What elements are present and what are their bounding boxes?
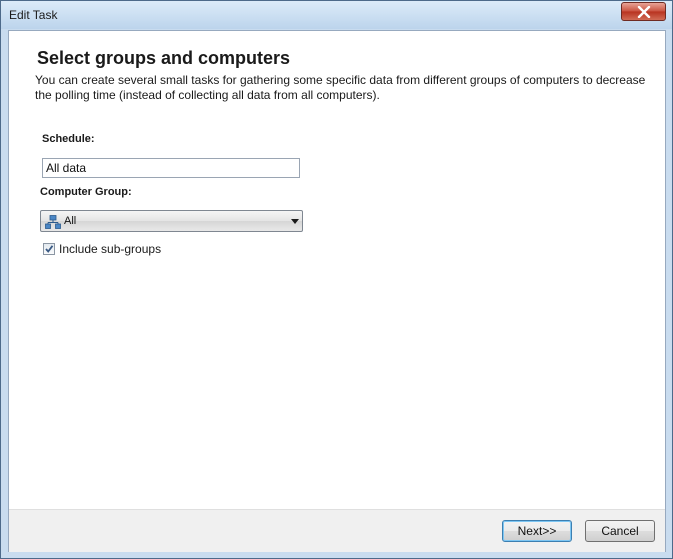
page-description: You can create several small tasks for g… — [35, 73, 646, 102]
dialog-content: Select groups and computers You can crea… — [8, 30, 666, 552]
computer-group-value: All — [64, 215, 77, 227]
include-subgroups-checkbox[interactable] — [43, 243, 55, 255]
page-title: Select groups and computers — [37, 48, 291, 68]
cancel-button[interactable]: Cancel — [585, 520, 655, 542]
include-subgroups-label[interactable]: Include sub-groups — [59, 242, 161, 256]
close-icon — [637, 6, 651, 18]
schedule-input[interactable] — [42, 158, 300, 178]
computer-group-dropdown[interactable]: All — [40, 210, 303, 232]
close-button[interactable] — [621, 2, 666, 21]
computer-group-label: Computer Group: — [40, 186, 132, 198]
checkmark-icon — [45, 245, 54, 253]
schedule-label: Schedule: — [42, 133, 95, 145]
next-button[interactable]: Next>> — [502, 520, 572, 542]
network-group-icon — [45, 215, 61, 229]
button-bar: Next>> Cancel — [9, 509, 665, 552]
title-bar[interactable]: Edit Task — [1, 1, 672, 29]
window-title: Edit Task — [9, 8, 58, 22]
chevron-down-icon — [291, 219, 299, 224]
edit-task-window: Edit Task Select groups and computers Yo… — [0, 0, 673, 559]
